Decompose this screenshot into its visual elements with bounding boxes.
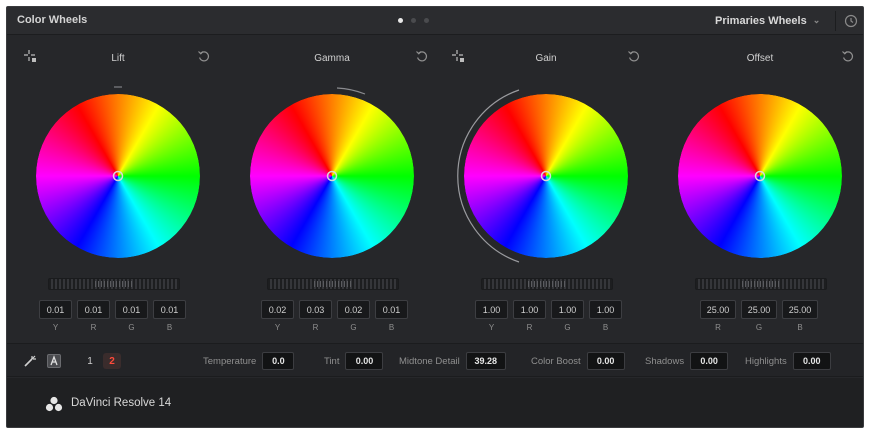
channel-label: R: [526, 323, 533, 332]
temperature-input[interactable]: 0.0: [262, 352, 295, 370]
value-row: 25.00 R 25.00 G 25.00 B: [700, 300, 818, 332]
channel-label: Y: [488, 323, 495, 332]
page-button-1[interactable]: 1: [81, 353, 99, 369]
value-r[interactable]: 0.01: [77, 300, 110, 319]
midtone-detail-input[interactable]: 39.28: [465, 352, 506, 370]
param-midtone-detail: Midtone Detail 39.28: [399, 352, 506, 370]
value-r[interactable]: 1.00: [513, 300, 546, 319]
highlights-input[interactable]: 0.00: [792, 352, 831, 370]
param-label: Highlights: [745, 355, 787, 367]
channel-label: B: [797, 323, 803, 332]
master-wheel-slider[interactable]: [481, 278, 613, 290]
app-footer: DaVinci Resolve 14: [7, 378, 863, 427]
channel-label: Y: [274, 323, 281, 332]
history-icon[interactable]: [843, 13, 859, 29]
value-y[interactable]: 1.00: [475, 300, 508, 319]
auto-balance-icon[interactable]: [23, 354, 37, 368]
wheel-panel-gamma: Gamma 0.02 Y 0.03 R 0.02 G 0.01 B: [225, 35, 439, 337]
value-g[interactable]: 1.00: [551, 300, 584, 319]
wheel-label: Gain: [535, 53, 557, 64]
reset-icon[interactable]: [415, 49, 429, 63]
value-g[interactable]: 0.01: [115, 300, 148, 319]
color-wheel-gamma[interactable]: [225, 79, 439, 273]
value-b[interactable]: 0.01: [375, 300, 408, 319]
page-dot-1[interactable]: [398, 18, 403, 23]
page-dot-3[interactable]: [424, 18, 429, 23]
channel-label: G: [350, 323, 357, 332]
channel-label: Y: [52, 323, 59, 332]
channel-label: R: [715, 323, 721, 332]
wheel-label: Gamma: [314, 53, 350, 64]
auto-a-icon[interactable]: [47, 354, 61, 368]
brand-name: DaVinci Resolve 14: [71, 397, 172, 409]
param-color-boost: Color Boost 0.00: [531, 352, 625, 370]
value-row: 0.02 Y 0.03 R 0.02 G 0.01 B: [261, 300, 408, 332]
param-temperature: Temperature 0.0: [203, 352, 295, 370]
master-wheel-slider[interactable]: [48, 278, 180, 290]
value-r[interactable]: 25.00: [700, 300, 736, 319]
color-wheels-window: Color Wheels Primaries Wheels ⌄ Lift 0.0…: [6, 6, 864, 428]
master-wheel-slider[interactable]: [695, 278, 827, 290]
tint-input[interactable]: 0.00: [345, 352, 384, 370]
param-label: Tint: [324, 355, 340, 367]
param-label: Temperature: [203, 355, 257, 367]
wheel-label: Lift: [111, 53, 125, 64]
page-button-2[interactable]: 2: [103, 353, 121, 369]
channel-label: B: [388, 323, 395, 332]
level-arc: [336, 87, 366, 95]
value-row: 1.00 Y 1.00 R 1.00 G 1.00 B: [475, 300, 622, 332]
page-dot-2[interactable]: [411, 18, 416, 23]
value-r[interactable]: 0.03: [299, 300, 332, 319]
color-wheel-gain[interactable]: [439, 79, 653, 273]
wheel-mode-dropdown[interactable]: Primaries Wheels ⌄: [707, 10, 831, 31]
value-row: 0.01 Y 0.01 R 0.01 G 0.01 B: [39, 300, 186, 332]
shadows-input[interactable]: 0.00: [690, 352, 729, 370]
value-y[interactable]: 0.01: [39, 300, 72, 319]
panel-title: Color Wheels: [17, 14, 88, 26]
reset-icon[interactable]: [841, 49, 855, 63]
channel-label: G: [564, 323, 571, 332]
channel-label: B: [166, 323, 173, 332]
param-label: Midtone Detail: [399, 355, 460, 367]
divider: [835, 11, 836, 31]
adjustment-bar: 1 2 Temperature 0.0 Tint 0.00 Midtone De…: [7, 343, 863, 377]
panel-header: Color Wheels Primaries Wheels ⌄: [7, 7, 863, 35]
value-b[interactable]: 0.01: [153, 300, 186, 319]
color-wheel-lift[interactable]: [11, 79, 225, 273]
value-b[interactable]: 25.00: [782, 300, 818, 319]
channel-label: G: [755, 323, 763, 332]
channel-label: B: [602, 323, 609, 332]
color-boost-input[interactable]: 0.00: [586, 352, 625, 370]
value-b[interactable]: 1.00: [589, 300, 622, 319]
master-wheel-slider[interactable]: [267, 278, 399, 290]
param-highlights: Highlights 0.00: [745, 352, 831, 370]
value-g[interactable]: 0.02: [337, 300, 370, 319]
wheel-panel-offset: Offset 25.00 R 25.00 G 25.00 B: [653, 35, 864, 337]
chevron-down-icon: ⌄: [812, 15, 821, 25]
param-shadows: Shadows 0.00: [645, 352, 729, 370]
value-g[interactable]: 25.00: [741, 300, 777, 319]
reset-icon[interactable]: [197, 49, 211, 63]
param-label: Shadows: [645, 355, 685, 367]
param-label: Color Boost: [531, 355, 581, 367]
reset-icon[interactable]: [627, 49, 641, 63]
param-tint: Tint 0.00: [324, 352, 384, 370]
wheel-mode-label: Primaries Wheels: [715, 14, 807, 27]
channel-label: G: [128, 323, 135, 332]
page-indicator: [398, 18, 429, 23]
channel-label: R: [312, 323, 319, 332]
channel-label: R: [90, 323, 97, 332]
wheel-panel-gain: Gain 1.00 Y 1.00 R 1.00 G 1.00 B: [439, 35, 653, 337]
davinci-logo-icon: [45, 396, 63, 412]
wheel-panel-lift: Lift 0.01 Y 0.01 R 0.01 G 0.01 B: [11, 35, 225, 337]
color-wheel-offset[interactable]: [653, 79, 864, 273]
value-y[interactable]: 0.02: [261, 300, 294, 319]
wheel-label: Offset: [746, 53, 774, 64]
